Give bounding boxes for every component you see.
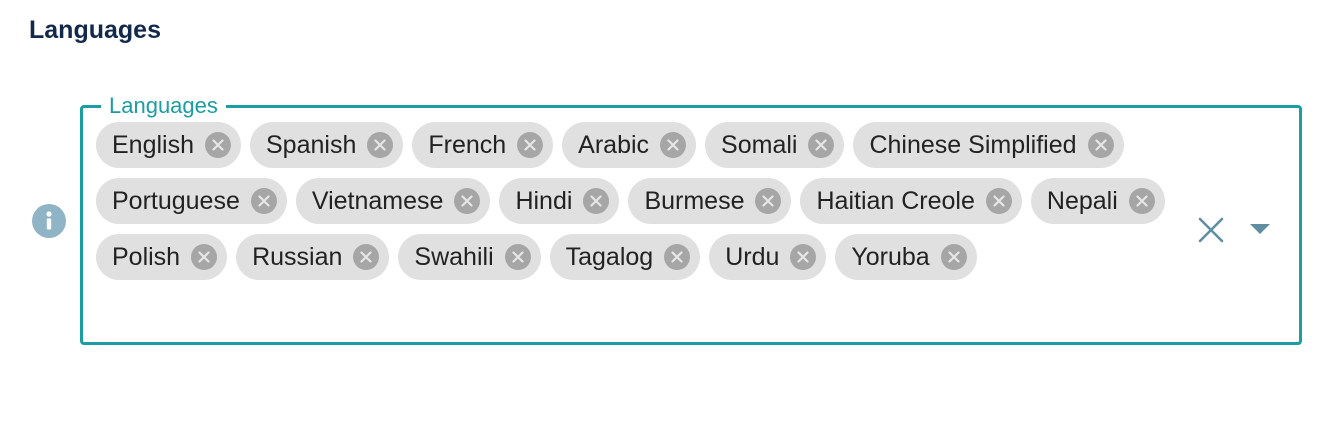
chip-list: English Spanish French Arabic Somali Chinese … <box>96 122 1186 280</box>
language-chip: Hindi <box>499 178 620 224</box>
circle-x-icon <box>524 139 536 151</box>
chip-label: Vietnamese <box>311 187 444 215</box>
chip-label: Tagalog <box>565 243 654 271</box>
circle-x-icon <box>374 139 386 151</box>
chip-label: Arabic <box>578 131 650 159</box>
language-chip: Russian <box>236 234 390 280</box>
circle-x-icon <box>797 251 809 263</box>
chip-label: English <box>112 131 194 159</box>
language-chip: Yoruba <box>835 234 977 280</box>
chip-remove-button[interactable] <box>205 132 231 158</box>
languages-multiselect[interactable]: Languages English Spanish French Arabic Soma… <box>80 93 1302 345</box>
field-label: Languages <box>101 93 226 119</box>
circle-x-icon <box>461 195 474 207</box>
chip-remove-button[interactable] <box>1087 132 1114 158</box>
chip-remove-button[interactable] <box>940 244 967 270</box>
chip-remove-button[interactable] <box>454 188 481 214</box>
chip-remove-button[interactable] <box>191 244 218 270</box>
language-chip: Portuguese <box>96 178 287 224</box>
chip-label: Urdu <box>725 243 780 271</box>
language-chip: Urdu <box>709 234 827 280</box>
circle-x-icon <box>762 195 775 207</box>
circle-x-icon <box>948 251 960 263</box>
circle-x-icon <box>258 195 270 207</box>
chip-remove-button[interactable] <box>664 244 691 270</box>
chip-label: Burmese <box>644 187 745 215</box>
chip-remove-button[interactable] <box>790 244 817 270</box>
language-chip: Vietnamese <box>295 178 491 224</box>
language-chip: Haitian Creole <box>800 178 1022 224</box>
circle-x-icon <box>671 251 683 263</box>
chip-label: Russian <box>252 243 343 271</box>
chip-remove-button[interactable] <box>808 132 835 158</box>
chip-remove-button[interactable] <box>353 244 380 270</box>
chip-remove-button[interactable] <box>755 188 782 214</box>
language-chip: French <box>412 122 554 168</box>
section-title: Languages <box>29 16 161 44</box>
circle-x-icon <box>1094 139 1107 151</box>
chip-remove-button[interactable] <box>504 244 531 270</box>
language-chip: Chinese Simplified <box>853 122 1124 168</box>
circle-x-icon <box>993 195 1005 207</box>
circle-x-icon <box>1136 195 1148 207</box>
chip-remove-button[interactable] <box>1128 188 1155 214</box>
close-icon <box>1198 217 1224 243</box>
clear-all-button[interactable] <box>1196 215 1226 245</box>
chip-label: Spanish <box>266 131 357 159</box>
chip-label: Yoruba <box>851 243 930 271</box>
chip-remove-button[interactable] <box>985 188 1012 214</box>
chip-label: Haitian Creole <box>816 187 975 215</box>
language-chip: Arabic <box>562 122 697 168</box>
chip-label: Swahili <box>414 243 494 271</box>
circle-x-icon <box>198 251 210 263</box>
chip-remove-button[interactable] <box>517 132 544 158</box>
dropdown-toggle-button[interactable] <box>1246 218 1274 240</box>
chip-remove-button[interactable] <box>660 132 687 158</box>
language-chip: Swahili <box>398 234 541 280</box>
language-chip: Polish <box>96 234 228 280</box>
chip-label: Nepali <box>1046 187 1118 215</box>
language-chip: English <box>96 122 241 168</box>
info-icon[interactable] <box>32 204 66 238</box>
circle-x-icon <box>815 139 828 151</box>
chip-label: French <box>428 131 507 159</box>
chip-label: Polish <box>112 243 181 271</box>
chip-label: Portuguese <box>112 187 240 215</box>
chip-remove-button[interactable] <box>583 188 610 214</box>
chip-label: Hindi <box>515 187 573 215</box>
caret-down-icon <box>1250 224 1270 234</box>
chip-label: Somali <box>721 131 798 159</box>
circle-x-icon <box>512 251 524 263</box>
chip-remove-button[interactable] <box>367 132 394 158</box>
circle-x-icon <box>667 139 679 151</box>
chip-label: Chinese Simplified <box>869 131 1077 159</box>
circle-x-icon <box>590 195 603 207</box>
language-chip: Spanish <box>250 122 404 168</box>
language-chip: Burmese <box>628 178 792 224</box>
language-chip: Nepali <box>1030 178 1165 224</box>
language-chip: Tagalog <box>549 234 701 280</box>
circle-x-icon <box>360 251 373 263</box>
chip-remove-button[interactable] <box>250 188 277 214</box>
circle-x-icon <box>212 139 224 151</box>
page: Languages Languages English Spanish French… <box>0 0 1344 444</box>
language-chip: Somali <box>705 122 845 168</box>
